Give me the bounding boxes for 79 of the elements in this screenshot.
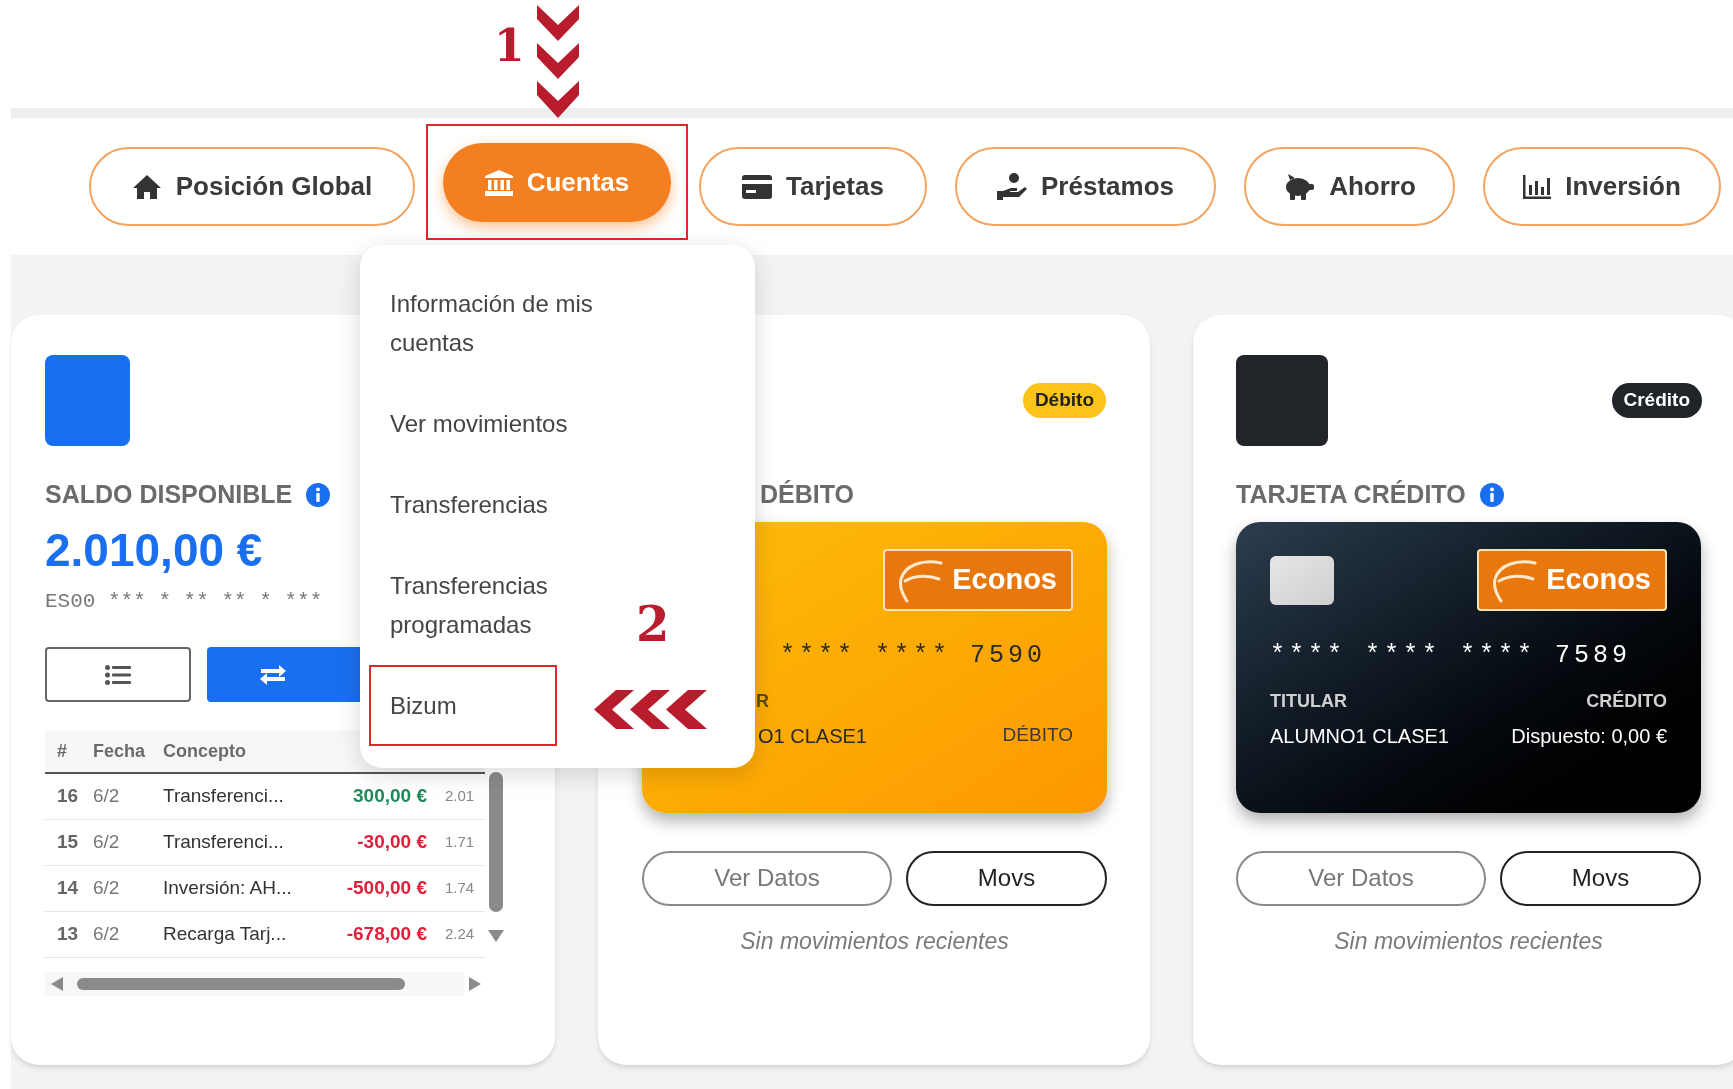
holder-name: ALUMNO1 CLASE1 — [1270, 724, 1449, 749]
table-cell-text: 1.74 — [444, 878, 476, 899]
hand-coin-icon — [997, 172, 1027, 201]
chevron-down-icon — [537, 5, 579, 118]
table-cell-text: 300,00 € — [352, 784, 427, 809]
card-action-button[interactable]: Ver Datos — [642, 850, 892, 906]
nav-tab[interactable]: Inversión — [1483, 147, 1721, 226]
home-icon — [131, 173, 162, 200]
piggy-bank-icon — [1283, 173, 1316, 200]
scroll-down-icon[interactable] — [488, 930, 504, 942]
scrollbar-thumb[interactable] — [77, 978, 405, 990]
table-cell-text: 2.24 — [444, 924, 476, 945]
table-cell-text: Recarga Tarj... — [162, 922, 288, 947]
table-cell-text: 6/2 — [92, 784, 121, 809]
table-cell-text: -30,00 € — [356, 830, 427, 855]
scroll-left-icon[interactable] — [51, 977, 63, 991]
nav-tab[interactable]: Tarjetas — [699, 147, 927, 226]
menu-item[interactable]: Bizum — [369, 665, 557, 746]
chevron-left-icon — [594, 690, 707, 729]
card-title: TARJETA CRÉDITO — [1236, 479, 1466, 510]
card-icon — [742, 174, 773, 199]
card-icon — [1236, 355, 1328, 446]
card-action-button[interactable]: Movs — [906, 850, 1107, 906]
holder-label: TITULAR — [1270, 690, 1347, 713]
card-title: DÉBITO — [760, 479, 854, 510]
column-header: Concepto — [162, 739, 247, 763]
table-cell-text: 14 — [56, 876, 80, 901]
empty-message: Sin movimientos recientes — [739, 926, 1010, 956]
table-cell-text: 6/2 — [92, 876, 121, 901]
menu-item[interactable]: Ver movimientos — [369, 383, 589, 464]
nav-tab[interactable]: Ahorro — [1244, 147, 1455, 226]
balance-amount: 2.010,00 € — [45, 522, 264, 578]
brand-name: Econos — [1546, 561, 1651, 597]
card-action-button[interactable]: Movs — [1500, 850, 1701, 906]
brand-name: Econos — [952, 561, 1057, 597]
step-number: 2 — [636, 596, 670, 652]
table-cell-text: Inversión: AH... — [162, 876, 293, 901]
list-button[interactable] — [45, 647, 191, 702]
table-cell-text: 6/2 — [92, 830, 121, 855]
balance-label: SALDO DISPONIBLE — [45, 479, 293, 510]
holder-name: O1 CLASE1 — [757, 724, 867, 749]
menu-item[interactable]: Información de mis cuentas — [369, 263, 619, 383]
column-header: Fecha — [92, 739, 147, 763]
card-type-badge: Crédito — [1611, 383, 1702, 418]
nav-tab[interactable]: Préstamos — [955, 147, 1216, 226]
transfer-icon — [259, 663, 287, 686]
holder-label: R — [755, 690, 769, 713]
menu-item[interactable]: Transferencias programadas — [369, 545, 619, 665]
card-type-label: DÉBITO — [1002, 723, 1073, 747]
table-cell-text: 15 — [56, 830, 80, 855]
nav-tab[interactable]: Posición Global — [89, 147, 415, 226]
bar-chart-icon — [1523, 174, 1552, 199]
card-number: **** **** **** 7589 — [1270, 639, 1633, 672]
table-cell-text: Transferenci... — [162, 830, 285, 855]
step-number: 1 — [494, 20, 525, 71]
table-cell-text: -678,00 € — [345, 922, 427, 947]
column-header: # — [56, 739, 68, 763]
scrollbar-thumb[interactable] — [489, 772, 503, 912]
table-cell-text: 6/2 — [92, 922, 121, 947]
table-cell-text: Transferenci... — [162, 784, 285, 809]
card-action-button[interactable]: Ver Datos — [1236, 850, 1486, 906]
empty-message: Sin movimientos recientes — [1333, 926, 1604, 956]
card-number: **** **** 7590 — [779, 639, 1048, 672]
table-cell-text: 13 — [56, 922, 80, 947]
account-icon — [45, 355, 130, 446]
info-icon — [306, 482, 331, 507]
table-cell-text: 16 — [56, 784, 80, 809]
table-cell-text: 2.01 — [444, 786, 476, 807]
info-icon — [1479, 482, 1504, 507]
scroll-right-icon[interactable] — [469, 977, 481, 991]
table-cell-text: -500,00 € — [345, 876, 427, 901]
card-type-label: CRÉDITO — [1586, 689, 1667, 713]
table-cell-text: 1.71 — [444, 832, 476, 853]
card-type-badge: Débito — [1022, 383, 1106, 418]
spent-amount: Dispuesto: 0,00 € — [1511, 724, 1667, 749]
menu-item[interactable]: Transferencias — [369, 464, 569, 545]
card-chip — [1270, 555, 1334, 605]
list-icon — [105, 664, 131, 685]
bank-icon — [484, 169, 513, 196]
